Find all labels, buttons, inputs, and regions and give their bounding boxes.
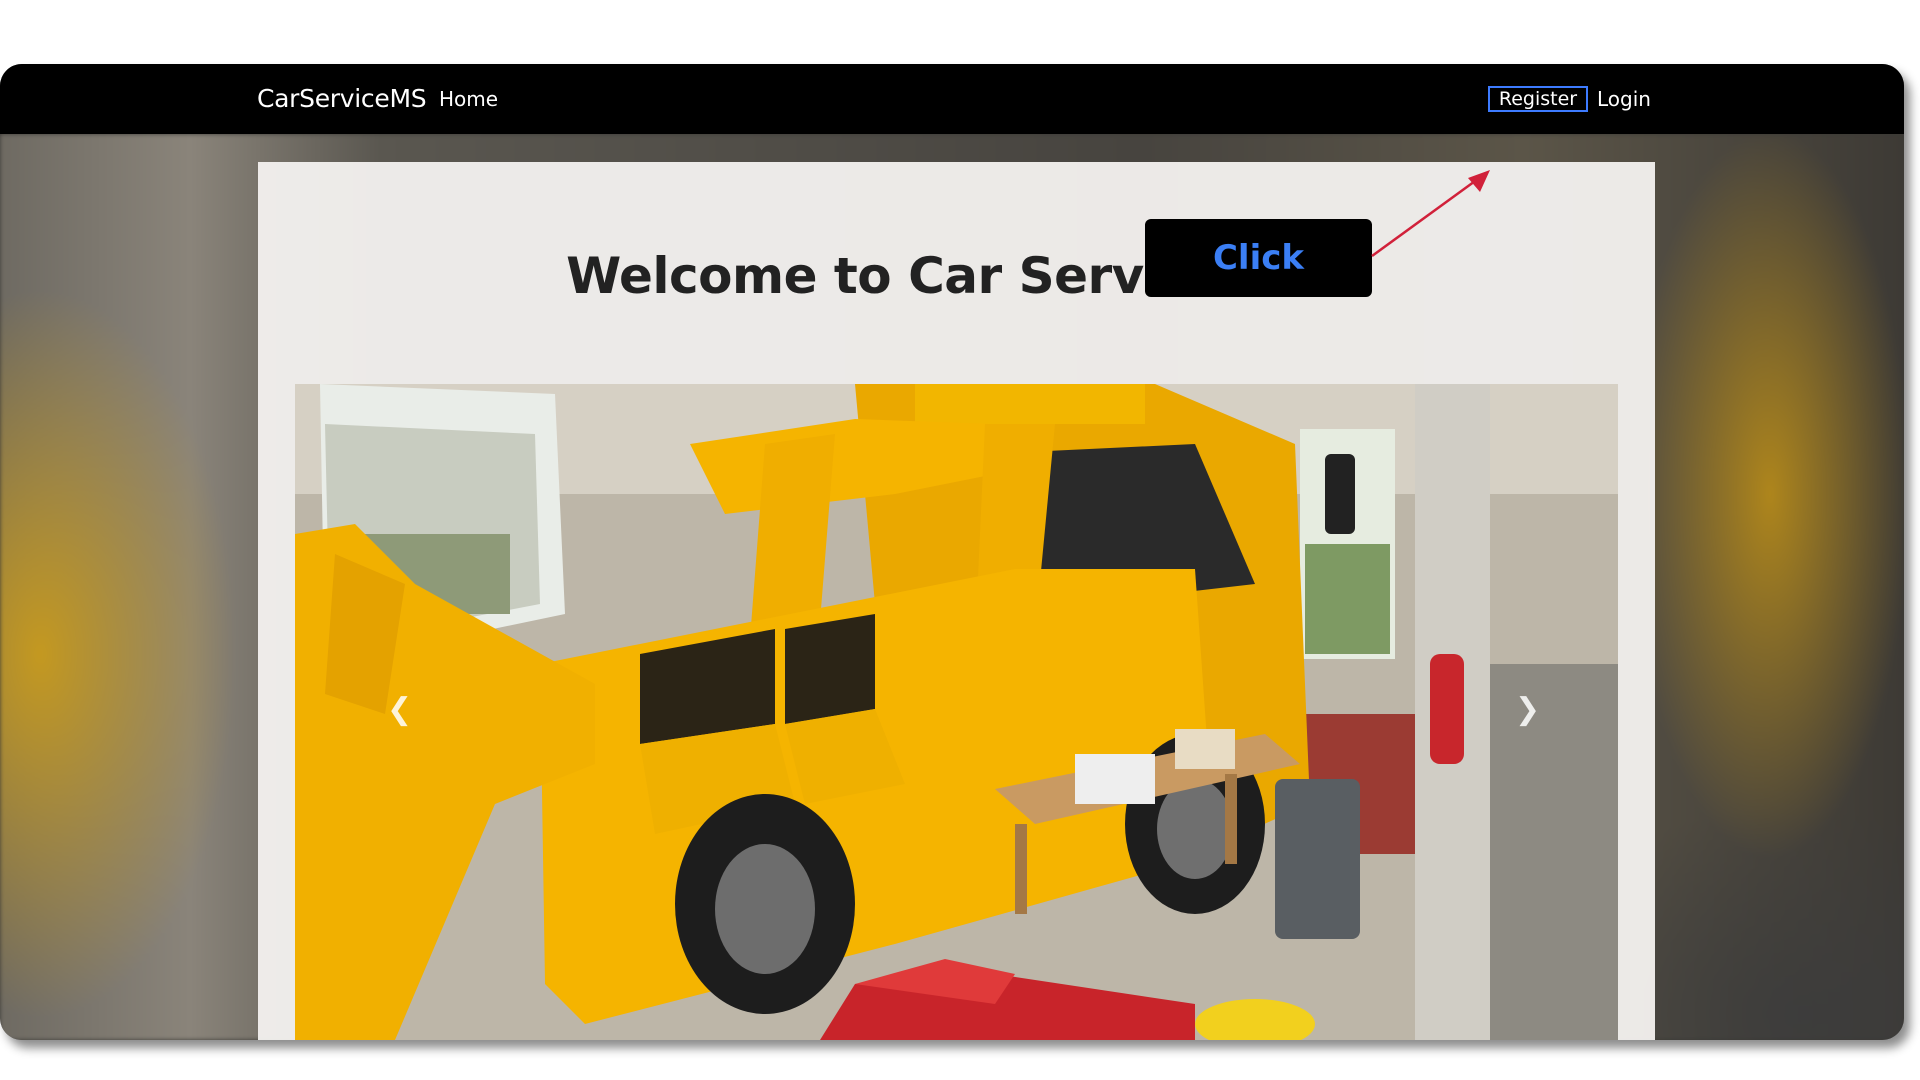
carousel-prev-icon[interactable]: ❮ <box>387 692 412 727</box>
brand-link[interactable]: CarServiceMS <box>257 84 427 113</box>
welcome-card: Welcome to Car Service MS! ❮ ❯ <box>258 162 1655 1040</box>
browser-screenshot: CarServiceMS Home Register Login Welcome… <box>0 64 1904 1040</box>
top-navbar: CarServiceMS Home Register Login <box>0 64 1904 134</box>
nav-home-link[interactable]: Home <box>439 87 498 111</box>
image-carousel[interactable]: ❮ ❯ <box>295 384 1618 1040</box>
click-callout: Click <box>1145 219 1372 297</box>
nav-register-link[interactable]: Register <box>1488 86 1588 112</box>
nav-login-link[interactable]: Login <box>1597 87 1651 111</box>
tow-truck-image <box>295 384 1618 1040</box>
callout-arrow <box>1371 170 1490 258</box>
carousel-next-icon[interactable]: ❯ <box>1515 692 1540 727</box>
